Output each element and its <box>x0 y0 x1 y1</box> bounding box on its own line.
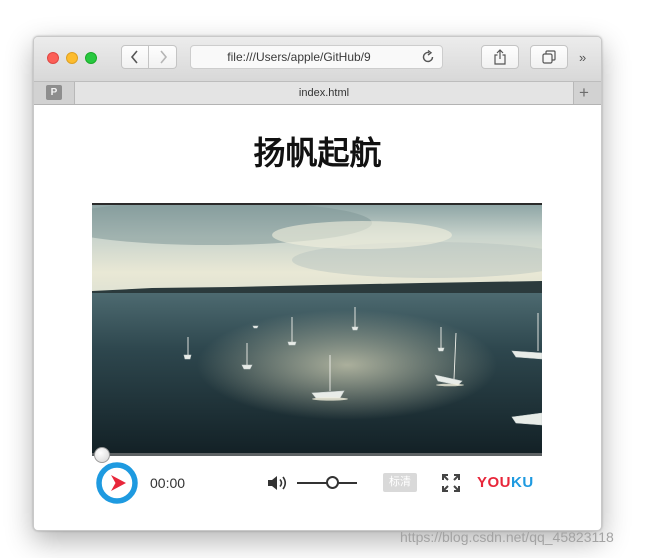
current-time: 00:00 <box>150 475 186 491</box>
zoom-window-button[interactable] <box>85 52 97 64</box>
youku-logo-you: YOU <box>477 474 512 491</box>
progress-knob[interactable] <box>94 447 110 463</box>
page-content: 扬帆起航 00:00 标清 YOUKU <box>34 105 601 530</box>
volume-knob[interactable] <box>326 476 339 489</box>
pinned-tab[interactable]: P <box>46 85 62 100</box>
page-heading: 扬帆起航 <box>253 134 382 172</box>
reload-icon[interactable] <box>420 49 436 65</box>
watermark: https://blog.csdn.net/qq_45823118 <box>400 529 614 545</box>
youku-logo[interactable]: YOUKU <box>477 474 534 491</box>
forward-button[interactable] <box>149 45 177 69</box>
tab-index-html[interactable]: index.html <box>74 82 574 104</box>
url-text: file:///Users/apple/GitHub/9 <box>227 50 371 64</box>
video-frame[interactable] <box>92 203 542 453</box>
volume-slider[interactable] <box>297 476 357 489</box>
close-window-button[interactable] <box>47 52 59 64</box>
title-bar: file:///Users/apple/GitHub/9 » <box>34 37 601 82</box>
share-icon <box>494 49 506 65</box>
back-button[interactable] <box>121 45 149 69</box>
browser-window: file:///Users/apple/GitHub/9 » P index.h… <box>33 36 602 531</box>
new-tab-button[interactable]: + <box>579 82 589 103</box>
progress-track[interactable] <box>92 453 542 456</box>
youku-play-icon[interactable] <box>96 462 138 504</box>
minimize-window-button[interactable] <box>66 52 78 64</box>
share-button[interactable] <box>481 45 519 69</box>
quality-button[interactable]: 标清 <box>383 473 417 492</box>
address-bar[interactable]: file:///Users/apple/GitHub/9 <box>190 45 443 69</box>
tab-bar: P index.html + <box>34 82 601 105</box>
chevron-right-icon <box>159 50 167 64</box>
chevron-left-icon <box>130 50 138 64</box>
fullscreen-icon[interactable] <box>441 473 461 493</box>
tabs-overview-icon <box>542 50 556 64</box>
video-controls: 00:00 标清 YOUKU <box>92 447 542 504</box>
show-tabs-button[interactable] <box>530 45 568 69</box>
more-toolbar-items-button[interactable]: » <box>579 50 586 65</box>
youku-logo-ku: KU <box>511 474 534 491</box>
volume-icon[interactable] <box>267 474 289 492</box>
lake-sailboats-image <box>92 205 542 453</box>
